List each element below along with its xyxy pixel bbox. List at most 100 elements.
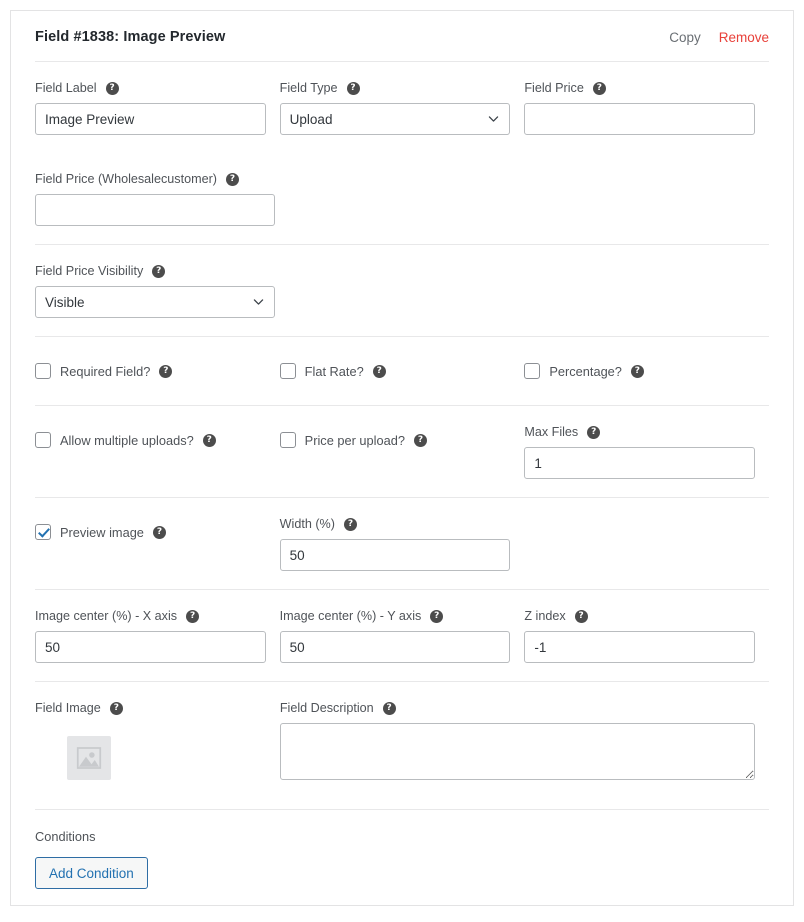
label-field-description: Field Description ? bbox=[280, 700, 755, 716]
field-group-max-files: Max Files ? bbox=[524, 424, 769, 479]
field-description-text: Field Description bbox=[279, 701, 374, 715]
label-z-index: Z index ? bbox=[524, 608, 755, 624]
field-group-image-center-x: Image center (%) - X axis ? bbox=[35, 608, 280, 663]
wholesale-price-input[interactable] bbox=[35, 194, 275, 226]
row-upload-options: Allow multiple uploads? ? Price per uplo… bbox=[35, 406, 769, 497]
copy-button[interactable]: Copy bbox=[669, 30, 701, 45]
label-image-center-x: Image center (%) - X axis ? bbox=[35, 608, 266, 624]
page-root: Field #1838: Image Preview Copy Remove F… bbox=[0, 0, 804, 922]
image-center-y-text: Image center (%) - Y axis bbox=[279, 609, 422, 623]
label-field-type: Field Type ? bbox=[280, 80, 511, 96]
field-group-percentage: Percentage? ? bbox=[524, 355, 769, 387]
label-field-price: Field Price ? bbox=[524, 80, 755, 96]
flat-rate-label: Flat Rate? bbox=[304, 363, 364, 379]
help-icon[interactable]: ? bbox=[592, 81, 606, 95]
image-placeholder-icon[interactable] bbox=[67, 736, 111, 780]
conditions-label: Conditions bbox=[35, 829, 96, 844]
field-type-select[interactable]: Upload bbox=[279, 103, 511, 135]
percentage-label: Percentage? bbox=[549, 363, 622, 379]
remove-button[interactable]: Remove bbox=[719, 30, 769, 45]
field-group-z-index: Z index ? bbox=[524, 608, 769, 663]
field-group-required: Required Field? ? bbox=[35, 355, 280, 387]
picture-icon bbox=[76, 747, 102, 769]
help-icon[interactable]: ? bbox=[186, 609, 200, 623]
conditions-section: Conditions Add Condition bbox=[35, 810, 769, 889]
card-header: Field #1838: Image Preview Copy Remove bbox=[11, 11, 793, 61]
help-icon[interactable]: ? bbox=[413, 433, 427, 447]
width-percent-input[interactable] bbox=[279, 539, 511, 571]
row-image-center: Image center (%) - X axis ? Image center… bbox=[35, 590, 769, 681]
checkbox-row-percentage: Percentage? ? bbox=[524, 355, 755, 387]
help-icon[interactable]: ? bbox=[630, 364, 644, 378]
price-visibility-select-wrap: Visible bbox=[35, 286, 275, 318]
z-index-input[interactable] bbox=[524, 631, 756, 663]
field-price-text: Field Price bbox=[524, 81, 584, 95]
label-field-label: Field Label ? bbox=[35, 80, 266, 96]
field-group-preview-image: Preview image ? bbox=[35, 516, 280, 548]
help-icon[interactable]: ? bbox=[109, 701, 123, 715]
header-actions: Copy Remove bbox=[669, 30, 769, 45]
image-center-x-input[interactable] bbox=[35, 631, 266, 663]
field-type-select-wrap: Upload bbox=[279, 103, 511, 135]
preview-image-label: Preview image bbox=[60, 524, 144, 540]
required-field-checkbox[interactable] bbox=[35, 363, 51, 379]
field-label-input[interactable] bbox=[35, 103, 266, 135]
flat-rate-checkbox[interactable] bbox=[279, 363, 296, 379]
field-group-allow-multiple: Allow multiple uploads? ? bbox=[35, 424, 280, 456]
help-icon[interactable]: ? bbox=[159, 364, 173, 378]
help-icon[interactable]: ? bbox=[382, 701, 396, 715]
width-percent-text: Width (%) bbox=[279, 517, 335, 531]
label-image-center-y: Image center (%) - Y axis ? bbox=[280, 608, 511, 624]
help-icon[interactable]: ? bbox=[152, 525, 166, 539]
card-body: Field Label ? Field Type ? Upload bbox=[11, 62, 793, 889]
field-group-wholesale-price: Field Price (Wholesalecustomer) ? bbox=[35, 171, 289, 226]
image-center-y-input[interactable] bbox=[279, 631, 511, 663]
help-icon[interactable]: ? bbox=[430, 609, 444, 623]
allow-multiple-uploads-label: Allow multiple uploads? bbox=[60, 432, 194, 448]
field-price-input[interactable] bbox=[524, 103, 756, 135]
help-icon[interactable]: ? bbox=[587, 425, 601, 439]
field-group-width-percent: Width (%) ? bbox=[279, 516, 525, 571]
label-width-percent: Width (%) ? bbox=[280, 516, 511, 532]
row-preview-image: Preview image ? Width (%) ? bbox=[35, 498, 769, 589]
help-icon[interactable]: ? bbox=[202, 433, 216, 447]
help-icon[interactable]: ? bbox=[152, 264, 166, 278]
max-files-input[interactable] bbox=[524, 447, 756, 479]
field-type-text: Field Type bbox=[279, 81, 338, 95]
checkbox-row-required: Required Field? ? bbox=[35, 355, 266, 387]
checkbox-row-preview-image: Preview image ? bbox=[35, 516, 266, 548]
price-visibility-text: Field Price Visibility bbox=[35, 264, 144, 278]
help-icon[interactable]: ? bbox=[105, 81, 119, 95]
preview-image-checkbox[interactable] bbox=[35, 524, 51, 540]
help-icon[interactable]: ? bbox=[574, 609, 588, 623]
field-group-field-type: Field Type ? Upload bbox=[279, 80, 525, 135]
help-icon[interactable]: ? bbox=[346, 81, 360, 95]
allow-multiple-uploads-checkbox[interactable] bbox=[35, 432, 51, 448]
checkbox-row-price-per-upload: Price per upload? ? bbox=[279, 424, 511, 456]
row-toggles-1: Required Field? ? Flat Rate? ? Percentag… bbox=[35, 337, 769, 405]
field-label-text: Field Label bbox=[35, 81, 97, 95]
field-group-flat-rate: Flat Rate? ? bbox=[279, 355, 525, 387]
row-image-description: Field Image ? Field Description ? bbox=[35, 682, 769, 809]
field-settings-card: Field #1838: Image Preview Copy Remove F… bbox=[10, 10, 794, 906]
price-visibility-select[interactable]: Visible bbox=[35, 286, 275, 318]
help-icon[interactable]: ? bbox=[343, 517, 357, 531]
add-condition-button[interactable]: Add Condition bbox=[35, 857, 148, 889]
label-field-image: Field Image ? bbox=[35, 700, 266, 716]
help-icon[interactable]: ? bbox=[372, 364, 386, 378]
percentage-checkbox[interactable] bbox=[524, 363, 541, 379]
label-price-visibility: Field Price Visibility ? bbox=[35, 263, 275, 279]
field-group-field-label: Field Label ? bbox=[35, 80, 280, 135]
field-group-price-visibility: Field Price Visibility ? Visible bbox=[35, 263, 289, 318]
field-description-textarea[interactable] bbox=[279, 723, 755, 780]
field-group-image-center-y: Image center (%) - Y axis ? bbox=[279, 608, 525, 663]
field-group-price-per-upload: Price per upload? ? bbox=[279, 424, 525, 456]
z-index-text: Z index bbox=[524, 609, 566, 623]
row-price-visibility: Field Price Visibility ? Visible bbox=[35, 245, 769, 336]
required-field-label: Required Field? bbox=[60, 363, 151, 379]
help-icon[interactable]: ? bbox=[225, 172, 239, 186]
field-group-field-price: Field Price ? bbox=[524, 80, 769, 135]
page-title: Field #1838: Image Preview bbox=[35, 29, 226, 45]
checkbox-row-flat-rate: Flat Rate? ? bbox=[279, 355, 511, 387]
price-per-upload-checkbox[interactable] bbox=[279, 432, 296, 448]
